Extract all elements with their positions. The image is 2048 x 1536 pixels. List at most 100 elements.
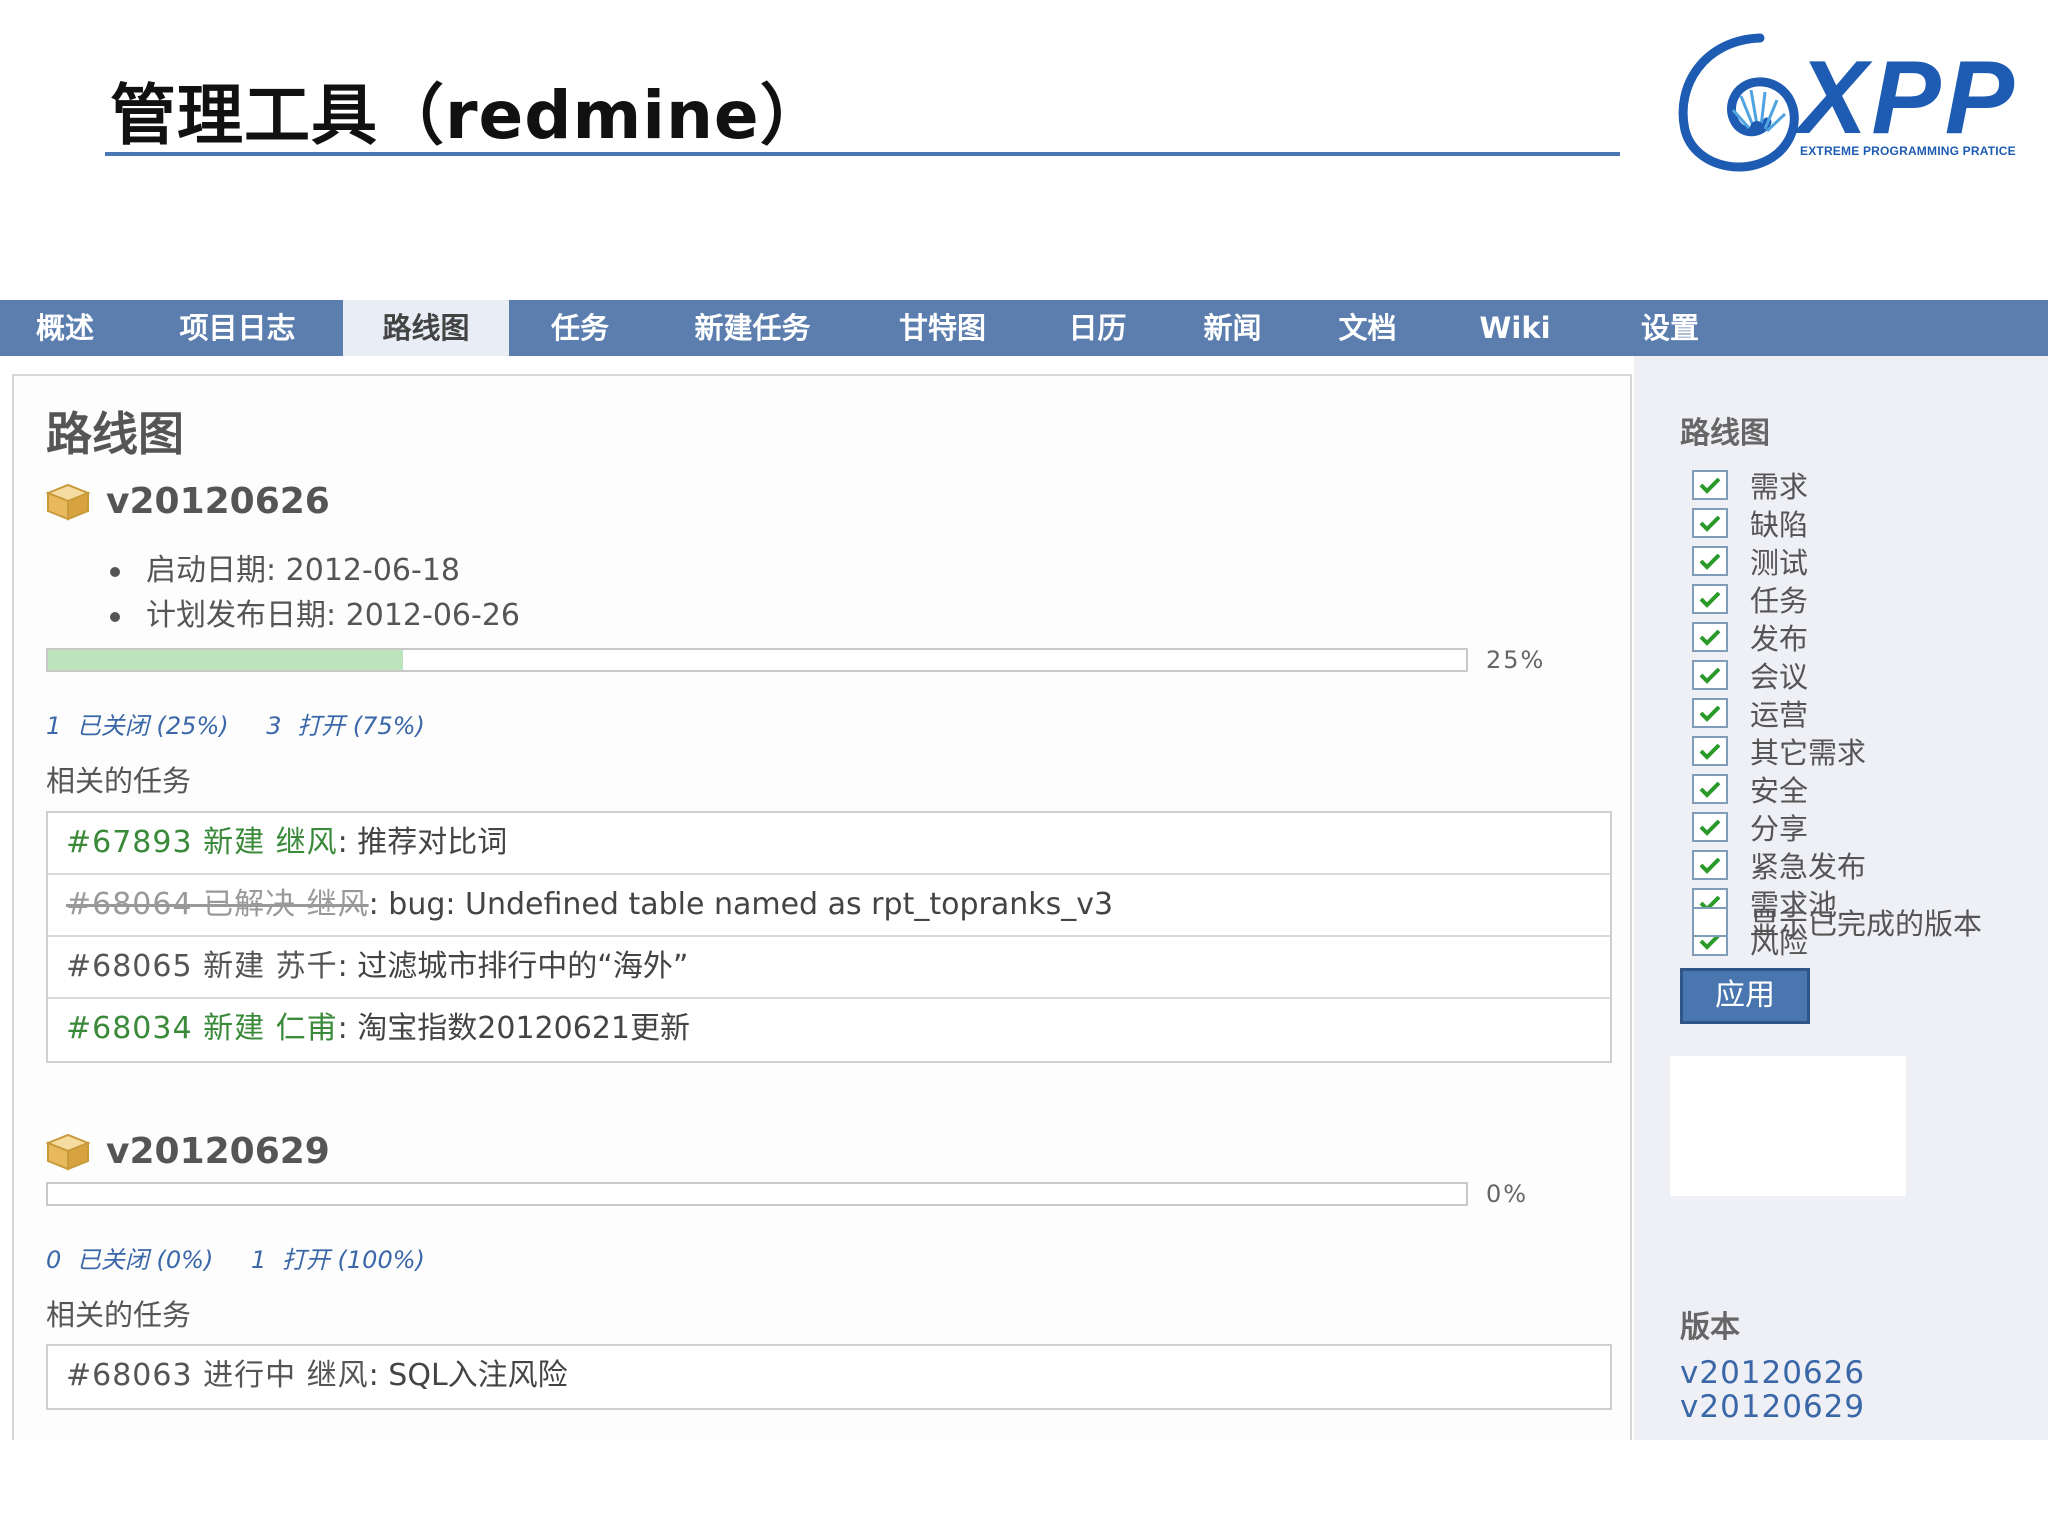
open-issues-link[interactable]: 打开 (100%) (282, 1246, 425, 1274)
start-date: 启动日期: 2012-06-18 (110, 548, 520, 593)
check-icon (1699, 667, 1721, 684)
checkbox-checked[interactable] (1692, 850, 1728, 880)
issue-link[interactable]: #68065 新建 苏千 (66, 949, 338, 984)
version-link[interactable]: v20120629 (106, 1131, 330, 1172)
tracker-option[interactable]: 运营 (1692, 694, 1866, 732)
checkbox-checked[interactable] (1692, 812, 1728, 842)
related-issues-label: 相关的任务 (46, 1298, 192, 1332)
version-nav-link[interactable]: v20120626 (1680, 1356, 1865, 1390)
related-issues-table: #67893 新建 继风: 推荐对比词 #68064 已解决 继风: bug: … (46, 811, 1612, 1063)
checkbox-checked[interactable] (1692, 584, 1728, 614)
check-icon (1699, 477, 1721, 494)
checkbox-checked[interactable] (1692, 622, 1728, 652)
tracker-filter-list: 需求 缺陷 测试 任务 发布 会议 运营 其它需求 安全 分享 紧急发布 需求池… (1692, 466, 1866, 960)
checkbox-checked[interactable] (1692, 698, 1728, 728)
checkbox-checked[interactable] (1692, 546, 1728, 576)
version-link[interactable]: v20120626 (106, 481, 330, 522)
open-issues-link[interactable]: 打开 (75%) (297, 712, 425, 740)
issue-row: #67893 新建 继风: 推荐对比词 (48, 813, 1610, 875)
issue-counts: 1 已关闭 (25%) 3 打开 (75%) (46, 706, 433, 741)
issue-row: #68065 新建 苏千: 过滤城市排行中的“海外” (48, 937, 1610, 999)
tracker-option[interactable]: 测试 (1692, 542, 1866, 580)
issue-link[interactable]: #68063 进行中 继风 (66, 1358, 369, 1393)
version-links: v20120626 v20120629 (1680, 1356, 1865, 1424)
tab-issues[interactable]: 任务 (520, 300, 640, 356)
check-icon (1699, 629, 1721, 646)
roadmap-content: 路线图 v20120626 启动日期: 2012-06-18 计划发布日期: 2… (12, 374, 1632, 1440)
issue-subject: : 过滤城市排行中的“海外” (337, 949, 689, 984)
logo-wordmark: XPP (1798, 40, 2019, 156)
version-nav-link[interactable]: v20120629 (1680, 1390, 1865, 1424)
tab-documents[interactable]: 文档 (1310, 300, 1425, 356)
check-icon (1699, 857, 1721, 874)
tab-calendar[interactable]: 日历 (1040, 300, 1155, 356)
checkbox-checked[interactable] (1692, 774, 1728, 804)
tab-wiki[interactable]: Wiki (1450, 300, 1580, 356)
checkbox-checked[interactable] (1692, 736, 1728, 766)
show-completed-label: 显示已完成的版本 (1750, 907, 1983, 941)
closed-count: 0 (46, 1246, 62, 1274)
tracker-option[interactable]: 任务 (1692, 580, 1866, 618)
package-icon (45, 1133, 91, 1171)
tracker-option[interactable]: 紧急发布 (1692, 846, 1866, 884)
progress-percent: 0% (1486, 1180, 1529, 1208)
tracker-option[interactable]: 发布 (1692, 618, 1866, 656)
tab-overview[interactable]: 概述 (0, 300, 130, 356)
version-header: v20120629 (44, 1126, 330, 1176)
tracker-label: 需求 (1750, 470, 1809, 504)
closed-count: 1 (46, 712, 62, 740)
tracker-option[interactable]: 会议 (1692, 656, 1866, 694)
tab-roadmap[interactable]: 路线图 (343, 300, 509, 356)
tracker-option[interactable]: 分享 (1692, 808, 1866, 846)
issue-row: #68034 新建 仁甫: 淘宝指数20120621更新 (48, 999, 1610, 1061)
issue-link[interactable]: #67893 新建 继风 (66, 825, 338, 860)
issue-link[interactable]: #68034 新建 仁甫 (66, 1011, 338, 1046)
tab-activity[interactable]: 项目日志 (140, 300, 335, 356)
tracker-label: 分享 (1750, 812, 1809, 846)
version-dates: 启动日期: 2012-06-18 计划发布日期: 2012-06-26 (110, 548, 520, 638)
closed-issues-link[interactable]: 已关闭 (0%) (77, 1246, 213, 1274)
check-icon (1699, 781, 1721, 798)
check-icon (1699, 705, 1721, 722)
checkbox-checked[interactable] (1692, 508, 1728, 538)
redmine-screenshot: 概述 项目日志 路线图 任务 新建任务 甘特图 日历 新闻 文档 Wiki 设置… (0, 300, 2048, 1440)
tracker-option[interactable]: 缺陷 (1692, 504, 1866, 542)
closed-issues-link[interactable]: 已关闭 (25%) (77, 712, 229, 740)
logo-tagline: EXTREME PROGRAMMING PRATICE (1800, 144, 2016, 158)
checkbox-checked[interactable] (1692, 470, 1728, 500)
check-icon (1699, 743, 1721, 760)
show-completed-option[interactable]: 显示已完成的版本 (1692, 901, 1982, 943)
tracker-label: 测试 (1750, 546, 1809, 580)
apply-button[interactable]: 应用 (1680, 968, 1810, 1024)
issue-counts: 0 已关闭 (0%) 1 打开 (100%) (46, 1240, 433, 1275)
related-issues-label: 相关的任务 (46, 764, 192, 798)
tracker-label: 会议 (1750, 660, 1809, 694)
check-icon (1699, 819, 1721, 836)
tracker-label: 安全 (1750, 774, 1809, 808)
versions-heading: 版本 (1680, 1310, 1740, 1345)
check-icon (1699, 553, 1721, 570)
issue-link[interactable]: #68064 已解决 继风 (66, 887, 369, 922)
issue-subject: : 淘宝指数20120621更新 (337, 1011, 690, 1046)
checkbox-checked[interactable] (1692, 660, 1728, 690)
issue-row: #68063 进行中 继风: SQL入注风险 (48, 1346, 1610, 1408)
version-header: v20120626 (44, 476, 330, 526)
issue-subject: : bug: Undefined table named as rpt_topr… (368, 887, 1114, 922)
tab-news[interactable]: 新闻 (1175, 300, 1290, 356)
tab-new-issue[interactable]: 新建任务 (660, 300, 845, 356)
xpp-logo: XPP EXTREME PROGRAMMING PRATICE (1665, 30, 2016, 180)
project-menu: 概述 项目日志 路线图 任务 新建任务 甘特图 日历 新闻 文档 Wiki 设置 (0, 300, 2048, 356)
checkbox-unchecked[interactable] (1692, 907, 1728, 937)
issue-subject: : 推荐对比词 (337, 825, 508, 860)
tracker-option[interactable]: 其它需求 (1692, 732, 1866, 770)
title-underline (105, 152, 1620, 156)
tracker-option[interactable]: 需求 (1692, 466, 1866, 504)
tab-gantt[interactable]: 甘特图 (870, 300, 1015, 356)
package-icon (45, 483, 91, 521)
tracker-option[interactable]: 安全 (1692, 770, 1866, 808)
tracker-label: 发布 (1750, 622, 1809, 656)
progress-percent: 25% (1486, 646, 1546, 674)
tab-settings[interactable]: 设置 (1610, 300, 1730, 356)
progress-bar (46, 648, 1468, 672)
slide-title: 管理工具（redmine） (110, 77, 827, 154)
